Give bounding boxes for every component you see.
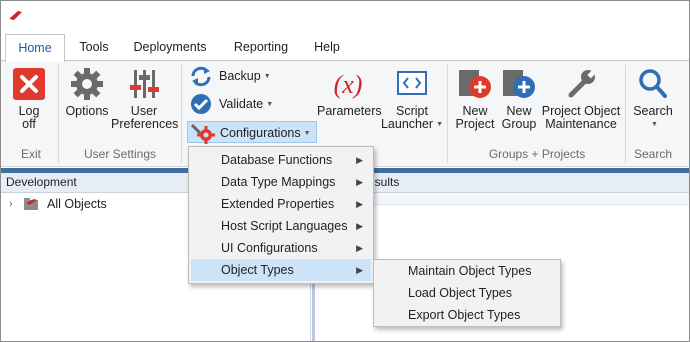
chevron-right-icon: ▶ xyxy=(356,199,363,209)
menu-item-label: Database Functions xyxy=(221,153,333,167)
ribbon-tabs: Home Tools Deployments Reporting Help xyxy=(1,31,689,62)
user-pref-label-2: Preferences xyxy=(111,117,179,131)
validate-label: Validate xyxy=(219,97,264,111)
tab-help[interactable]: Help xyxy=(307,37,347,61)
chevron-down-icon: ▼ xyxy=(303,129,311,137)
group-label-user-settings: User Settings xyxy=(83,147,157,161)
svg-text:(x): (x) xyxy=(334,70,363,99)
logoff-icon xyxy=(13,68,45,100)
tree-item-label: All Objects xyxy=(47,197,107,211)
new-group-button[interactable]: New Group xyxy=(498,67,540,131)
gear-icon xyxy=(71,68,103,100)
maint-label-2: Maintenance xyxy=(545,117,617,131)
logoff-button[interactable]: Log off xyxy=(7,67,51,131)
new-project-label-2: Project xyxy=(455,117,495,131)
tab-reporting[interactable]: Reporting xyxy=(225,37,297,61)
logoff-label-1: Log xyxy=(18,104,40,118)
new-project-button[interactable]: New Project xyxy=(453,67,497,131)
validate-button[interactable]: Validate ▼ xyxy=(189,93,299,115)
search-button[interactable]: Search ▼ xyxy=(629,67,677,131)
search-icon xyxy=(639,69,667,98)
script-label-1: Script xyxy=(396,104,428,118)
menu-item-ui-configurations[interactable]: UI Configurations ▶ xyxy=(191,237,371,259)
tab-tools[interactable]: Tools xyxy=(73,37,115,61)
chevron-right-icon[interactable]: › xyxy=(9,195,13,213)
options-label: Options xyxy=(65,104,109,118)
refresh-icon xyxy=(191,66,211,87)
configurations-menu: Database Functions ▶ Data Type Mappings ▶ … xyxy=(188,146,374,284)
wrench-icon xyxy=(568,69,597,98)
menu-item-export-object-types[interactable]: Export Object Types xyxy=(376,304,558,326)
user-pref-label-1: User xyxy=(130,104,158,118)
new-project-icon xyxy=(459,70,491,98)
search-label: Search xyxy=(633,104,673,118)
new-group-label-1: New xyxy=(506,104,532,118)
menu-item-database-functions[interactable]: Database Functions ▶ xyxy=(191,149,371,171)
project-object-maintenance-button[interactable]: Project Object Maintenance xyxy=(541,67,621,131)
new-project-label-1: New xyxy=(462,104,488,118)
configurations-label: Configurations xyxy=(220,126,301,140)
menu-item-label: Extended Properties xyxy=(221,197,335,211)
ribbon-separator xyxy=(181,65,182,163)
ribbon-separator xyxy=(58,65,59,163)
chevron-right-icon: ▶ xyxy=(356,221,363,231)
checkmark-circle-icon xyxy=(191,94,211,114)
options-button[interactable]: Options xyxy=(63,67,111,118)
script-label-2: Launcher xyxy=(380,117,434,131)
chevron-down-icon: ▼ xyxy=(266,100,274,108)
folder-icon xyxy=(24,198,38,210)
chevron-down-icon: ▼ xyxy=(651,121,658,129)
tab-deployments[interactable]: Deployments xyxy=(125,37,215,61)
backup-label: Backup xyxy=(219,69,261,83)
menu-item-maintain-object-types[interactable]: Maintain Object Types xyxy=(376,260,558,282)
script-icon xyxy=(397,71,427,95)
logoff-label-2: off xyxy=(22,117,36,131)
function-icon: (x) xyxy=(334,70,363,99)
object-types-submenu: Maintain Object Types Load Object Types … xyxy=(373,259,561,327)
new-group-icon xyxy=(503,70,535,98)
sliders-icon xyxy=(130,70,159,98)
backup-button[interactable]: Backup ▼ xyxy=(189,65,299,87)
script-launcher-button[interactable]: Script Launcher ▼ xyxy=(379,67,445,131)
menu-item-object-types[interactable]: Object Types ▶ xyxy=(191,259,371,281)
group-label-exit: Exit xyxy=(20,147,41,161)
ribbon-separator xyxy=(447,65,448,163)
chevron-right-icon: ▶ xyxy=(356,243,363,253)
chevron-down-icon: ▼ xyxy=(263,72,271,80)
menu-item-label: Object Types xyxy=(221,263,294,277)
title-bar xyxy=(1,1,689,31)
menu-item-load-object-types[interactable]: Load Object Types xyxy=(376,282,558,304)
parameters-button[interactable]: (x) Parameters xyxy=(317,67,382,118)
group-label-groups-projects: Groups + Projects xyxy=(488,147,586,161)
chevron-right-icon: ▶ xyxy=(356,177,363,187)
menu-item-host-script-languages[interactable]: Host Script Languages ▶ xyxy=(191,215,371,237)
chevron-right-icon: ▶ xyxy=(356,155,363,165)
new-group-label-2: Group xyxy=(501,117,537,131)
parameters-label: Parameters xyxy=(317,104,382,118)
app-logo-icon xyxy=(10,11,22,20)
menu-item-label: UI Configurations xyxy=(221,241,318,255)
user-preferences-button[interactable]: User Preferences xyxy=(111,67,179,131)
chevron-down-icon: ▼ xyxy=(436,121,444,129)
menu-item-label: Data Type Mappings xyxy=(221,175,336,189)
tab-home[interactable]: Home xyxy=(5,34,65,62)
group-label-search: Search xyxy=(633,147,673,161)
ribbon-separator xyxy=(625,65,626,163)
menu-item-data-type-mappings[interactable]: Data Type Mappings ▶ xyxy=(191,171,371,193)
configurations-button[interactable]: Configurations ▼ xyxy=(187,121,317,144)
maint-label-1: Project Object xyxy=(541,104,621,118)
chevron-right-icon: ▶ xyxy=(356,265,363,275)
menu-item-label: Host Script Languages xyxy=(221,219,348,233)
menu-item-extended-properties[interactable]: Extended Properties ▶ xyxy=(191,193,371,215)
configurations-gear-icon xyxy=(190,123,215,144)
